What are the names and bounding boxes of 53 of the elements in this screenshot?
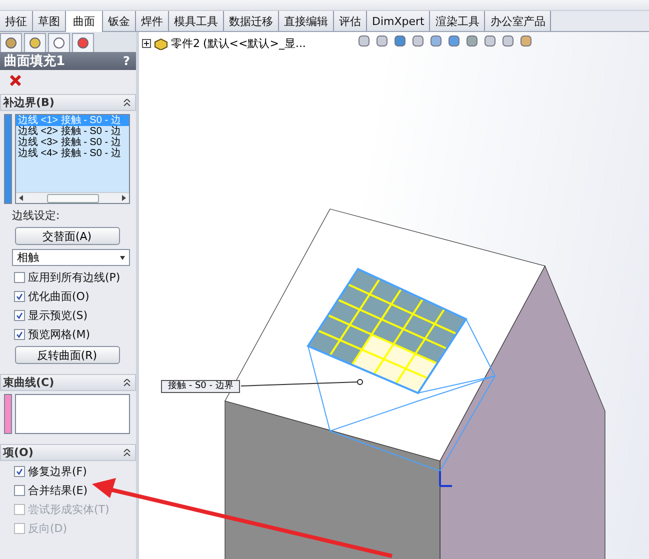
caret-icon: [120, 256, 125, 260]
collapse-icon[interactable]: [123, 379, 131, 386]
edge-list[interactable]: 边线 <1> 接触 - S0 - 边 边线 <2> 接触 - S0 - 边 边线 <3> 接触 - S0 - 边 边线 <4> 接触 - S0 - 边: [15, 114, 130, 204]
part-icon: [154, 38, 168, 50]
ribbon-tab[interactable]: 草图: [33, 11, 66, 31]
close-icon[interactable]: [10, 74, 21, 86]
edge-list-item[interactable]: 边线 <2> 接触 - S0 - 边: [16, 126, 129, 137]
section-header[interactable]: 项(O): [0, 444, 136, 461]
checkbox[interactable]: 优化曲面(O): [4, 289, 130, 304]
ribbon-tab[interactable]: 模具工具: [169, 11, 224, 31]
checkmark-icon: [16, 468, 23, 475]
reverse-surface-button[interactable]: 反转曲面(R): [14, 346, 120, 364]
scrollbar[interactable]: [16, 192, 129, 203]
edge-settings-label: 边线设定:: [11, 208, 61, 223]
scroll-left-icon[interactable]: [19, 195, 23, 201]
ribbon-tab[interactable]: 数据迁移: [224, 11, 279, 31]
ribbon-tab[interactable]: 渲染工具: [430, 11, 486, 31]
ribbon-tab[interactable]: 焊件: [136, 11, 169, 31]
ribbon-tab[interactable]: 钣金: [103, 11, 136, 31]
curve-list[interactable]: [15, 394, 130, 434]
ribbon-tab[interactable]: 直接编辑: [279, 11, 334, 31]
checkbox[interactable]: 显示预览(S): [4, 308, 130, 323]
ribbon-tab[interactable]: 曲面: [66, 11, 103, 32]
checkmark-icon: [16, 331, 23, 338]
feature-title-bar: 曲面填充1 ?: [0, 52, 136, 70]
edge-list-item[interactable]: 边线 <3> 接触 - S0 - 边: [16, 137, 129, 148]
help-button[interactable]: ?: [123, 54, 130, 68]
checkbox[interactable]: 修复边界(F): [4, 464, 130, 479]
ribbon-tab[interactable]: DimXpert: [367, 11, 430, 31]
ribbon-tab[interactable]: 办公室产品: [485, 11, 552, 31]
checkbox[interactable]: 合并结果(E): [4, 483, 130, 498]
graphics-viewport[interactable]: 零件2 (默认<<默认>_显... 接触 - S0 - 边界: [139, 32, 649, 559]
edge-callout[interactable]: 接触 - S0 - 边界: [161, 380, 240, 393]
ribbon-tab[interactable]: 评估: [334, 11, 367, 31]
triad-icon: [439, 471, 452, 487]
tree-item[interactable]: 零件2: [171, 36, 200, 51]
ribbon-tab[interactable]: 持征: [0, 11, 33, 31]
checkmark-icon: [16, 312, 23, 319]
edge-point-icon[interactable]: [357, 379, 363, 385]
section-header[interactable]: 补边界(B): [0, 94, 136, 111]
tree-detail: (默认<<默认>_显...: [203, 36, 306, 51]
selection-color-bar: [4, 394, 12, 434]
scroll-right-icon[interactable]: [122, 195, 126, 201]
edge-list-item[interactable]: 边线 <4> 接触 - S0 - 边: [16, 148, 129, 159]
checkbox[interactable]: 应用到所有边线(P): [4, 270, 130, 285]
alternate-face-button[interactable]: 交替面(A): [14, 227, 120, 245]
checkmark-icon: [16, 293, 23, 300]
collapse-icon[interactable]: [123, 449, 131, 456]
collapse-icon[interactable]: [123, 99, 131, 106]
checkbox[interactable]: 预览网格(M): [4, 327, 130, 342]
expand-icon[interactable]: [142, 39, 151, 48]
contact-dropdown[interactable]: 相触: [12, 249, 130, 266]
section-header[interactable]: 束曲线(C): [0, 374, 136, 391]
